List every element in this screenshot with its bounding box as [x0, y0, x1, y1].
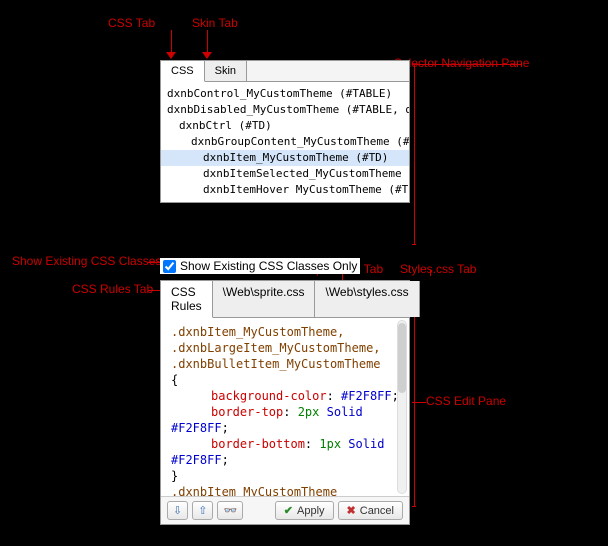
- x-icon: ✖: [347, 504, 356, 517]
- selector-list[interactable]: dxnbControl_MyCustomTheme (#TABLE) dxnbD…: [161, 82, 409, 202]
- cancel-button[interactable]: ✖Cancel: [338, 501, 403, 520]
- apply-button[interactable]: ✔Apply: [275, 501, 334, 520]
- selector-item[interactable]: dxnbCtrl (#TD): [161, 118, 409, 134]
- arrow-down-icon: ⇩: [173, 504, 182, 517]
- tab-skin[interactable]: Skin: [205, 61, 247, 81]
- top-tabs: CSS Skin: [161, 61, 409, 82]
- label-css-rules-tab: CSS Rules Tab: [72, 282, 153, 296]
- selector-item[interactable]: dxnbDisabled_MyCustomTheme (#TABLE, disa…: [161, 102, 409, 118]
- check-icon: ✔: [284, 504, 293, 517]
- arrow-up-icon: ⇧: [198, 504, 207, 517]
- tab-css[interactable]: CSS: [161, 61, 205, 82]
- nav-up-button[interactable]: ⇧: [192, 501, 213, 520]
- selector-item[interactable]: dxnbGroupContent_MyCustomTheme (#TD): [161, 134, 409, 150]
- show-existing-checkbox[interactable]: [163, 260, 176, 273]
- css-edit-pane: CSS Rules \Web\sprite.css \Web\styles.cs…: [160, 280, 410, 525]
- nav-down-button[interactable]: ⇩: [167, 501, 188, 520]
- editor-tabs: CSS Rules \Web\sprite.css \Web\styles.cs…: [161, 281, 409, 318]
- selector-navigation-pane: CSS Skin dxnbControl_MyCustomTheme (#TAB…: [160, 60, 410, 203]
- tab-css-rules[interactable]: CSS Rules: [161, 281, 213, 318]
- binoculars-icon: 👓: [223, 504, 237, 517]
- tab-styles-css[interactable]: \Web\styles.css: [315, 281, 419, 317]
- show-existing-row: Show Existing CSS Classes Only: [160, 258, 410, 274]
- label-skin-tab: Skin Tab: [192, 16, 238, 30]
- find-button[interactable]: 👓: [217, 501, 243, 520]
- show-existing-label: Show Existing CSS Classes Only: [180, 259, 357, 273]
- label-show-existing: Show Existing CSS Classes: [12, 254, 161, 268]
- tab-sprite-css[interactable]: \Web\sprite.css: [213, 281, 316, 317]
- label-styles-tab: Styles.css Tab: [400, 262, 476, 276]
- code-editor[interactable]: .dxnbItem_MyCustomTheme, .dxnbLargeItem_…: [161, 318, 409, 496]
- editor-scrollbar[interactable]: [397, 320, 407, 494]
- selector-item[interactable]: dxnbItemSelected_MyCustomTheme (#TD, sel…: [161, 166, 409, 182]
- editor-toolbar: ⇩ ⇧ 👓 ✔Apply ✖Cancel: [161, 496, 409, 524]
- label-css-tab: CSS Tab: [108, 16, 155, 30]
- selector-item[interactable]: dxnbItemHover MyCustomTheme (#TD, hottra…: [161, 182, 409, 198]
- selector-item[interactable]: dxnbControl_MyCustomTheme (#TABLE): [161, 86, 409, 102]
- selector-item-selected[interactable]: dxnbItem_MyCustomTheme (#TD): [161, 150, 409, 166]
- label-edit-pane: CSS Edit Pane: [426, 394, 506, 408]
